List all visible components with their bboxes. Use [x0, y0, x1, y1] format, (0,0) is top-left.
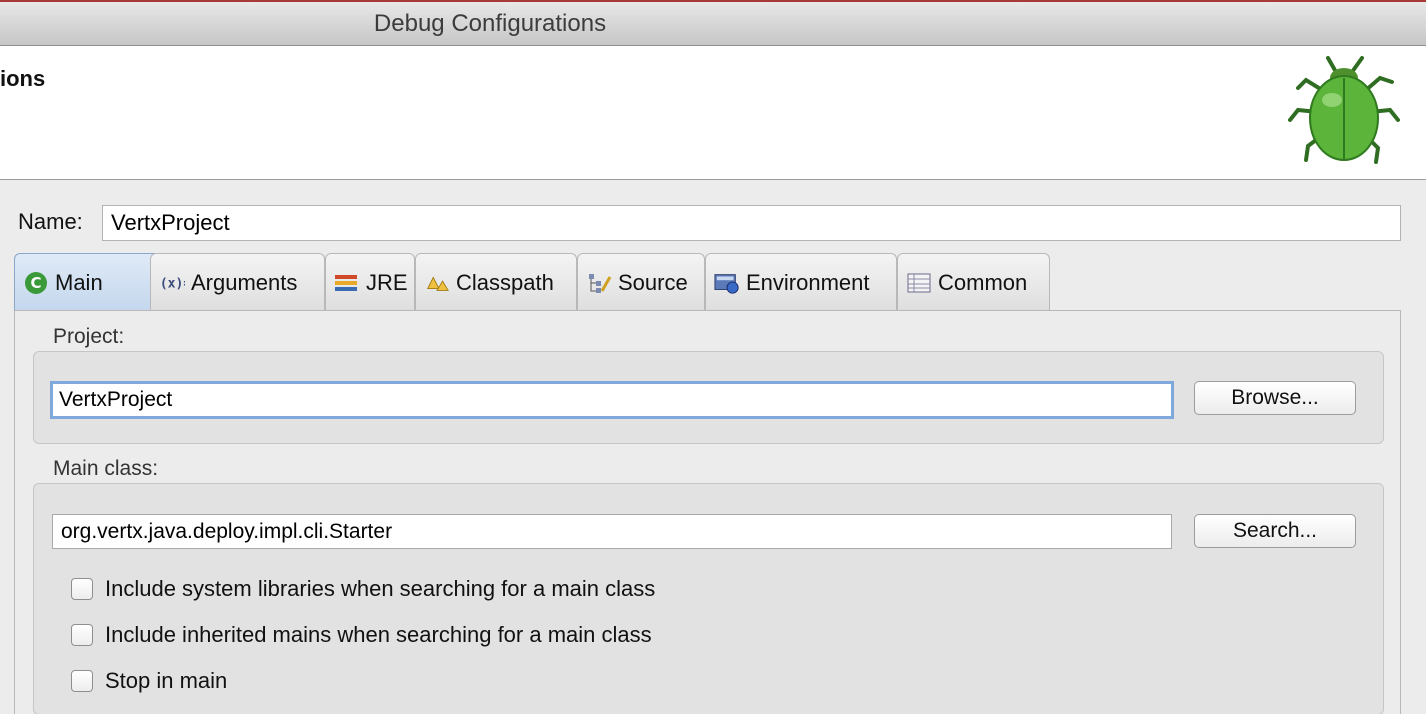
main-class-input[interactable] — [52, 514, 1172, 549]
tab-arguments-label: Arguments — [191, 269, 298, 295]
main-run-icon: C — [23, 270, 49, 296]
stop-in-main-checkbox[interactable] — [71, 670, 93, 692]
svg-text:(x)=: (x)= — [160, 276, 185, 291]
source-icon — [586, 270, 612, 296]
option-include-inherited-mains[interactable]: Include inherited mains when searching f… — [71, 622, 652, 648]
tab-jre-label: JRE — [366, 269, 408, 295]
project-label: Project: — [53, 325, 125, 348]
include-system-libraries-checkbox[interactable] — [71, 578, 93, 600]
search-button[interactable]: Search... — [1194, 514, 1356, 548]
tab-environment[interactable]: Environment — [705, 253, 897, 311]
tab-source[interactable]: Source — [577, 253, 705, 311]
tab-bar: C Main (x)= Arguments JRE Classpath — [14, 253, 1401, 312]
include-inherited-mains-checkbox[interactable] — [71, 624, 93, 646]
window-titlebar: Debug Configurations — [0, 0, 1426, 46]
main-class-label: Main class: — [53, 457, 159, 480]
main-tab-panel: Project: Browse... Main class: Search...… — [14, 310, 1401, 714]
svg-text:C: C — [30, 274, 41, 292]
name-field[interactable] — [102, 205, 1401, 241]
environment-icon — [714, 270, 740, 296]
name-label: Name: — [18, 209, 83, 234]
dialog-header: ions — [0, 46, 1426, 180]
common-icon — [906, 270, 932, 296]
debug-bug-icon — [1288, 56, 1400, 164]
classpath-icon — [424, 270, 450, 296]
include-inherited-mains-label: Include inherited mains when searching f… — [105, 622, 652, 647]
tab-common-label: Common — [938, 269, 1028, 295]
tab-classpath-label: Classpath — [456, 269, 554, 295]
tab-environment-label: Environment — [746, 269, 870, 295]
project-input[interactable] — [50, 381, 1174, 419]
stop-in-main-label: Stop in main — [105, 668, 228, 693]
tab-jre[interactable]: JRE — [325, 253, 415, 311]
configuration-content: Name: C Main (x)= Arguments JRE Classpat… — [0, 181, 1426, 714]
include-system-libraries-label: Include system libraries when searching … — [105, 576, 656, 601]
dialog-header-title: ions — [0, 66, 46, 91]
tab-source-label: Source — [618, 269, 688, 295]
option-include-system-libraries[interactable]: Include system libraries when searching … — [71, 576, 655, 602]
browse-button[interactable]: Browse... — [1194, 381, 1356, 415]
jre-icon — [334, 270, 360, 296]
option-stop-in-main[interactable]: Stop in main — [71, 668, 227, 694]
project-group: Browse... — [33, 351, 1384, 444]
tab-arguments[interactable]: (x)= Arguments — [150, 253, 325, 311]
window-title: Debug Configurations — [373, 10, 607, 37]
tab-main-label: Main — [55, 270, 103, 295]
tab-classpath[interactable]: Classpath — [415, 253, 577, 311]
tab-common[interactable]: Common — [897, 253, 1050, 311]
arguments-icon: (x)= — [159, 270, 185, 296]
